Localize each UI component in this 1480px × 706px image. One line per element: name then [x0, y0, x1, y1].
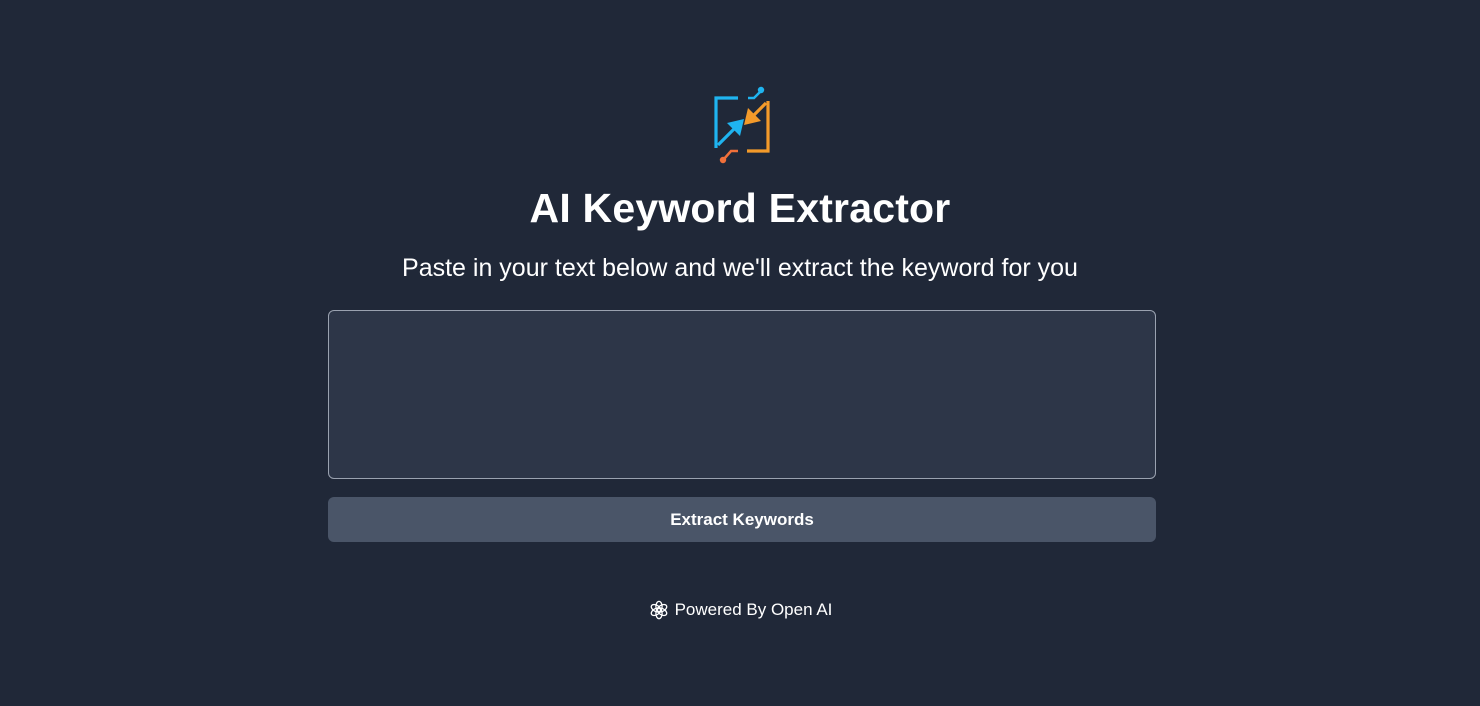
text-input[interactable]	[328, 310, 1156, 479]
extract-keywords-button[interactable]: Extract Keywords	[328, 497, 1156, 542]
page-subtitle: Paste in your text below and we'll extra…	[402, 254, 1078, 282]
powered-by-text: Powered By Open AI	[674, 600, 833, 619]
keyword-extractor-logo-icon	[714, 86, 770, 164]
openai-icon	[650, 600, 667, 620]
page: AI Keyword Extractor Paste in your text …	[0, 0, 1480, 706]
footer: Powered By Open AI	[0, 598, 1480, 622]
page-title: AI Keyword Extractor	[529, 185, 951, 231]
